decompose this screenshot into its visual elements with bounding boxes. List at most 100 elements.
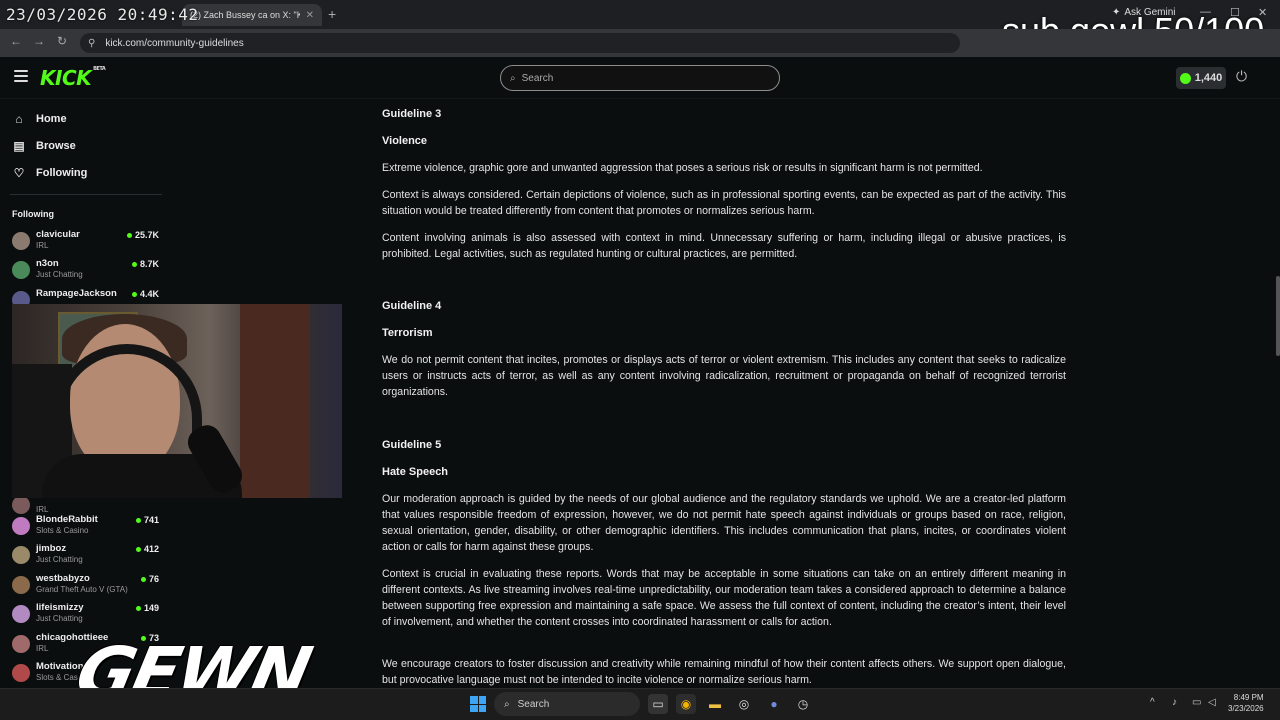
live-dot-icon (140, 576, 146, 582)
obs-icon[interactable]: ◎ (734, 694, 754, 714)
search-icon: ⌕ (510, 72, 516, 84)
close-icon[interactable]: ✕ (306, 10, 314, 21)
sidebar-divider (10, 194, 162, 195)
reload-icon[interactable]: ↻ (57, 34, 67, 48)
scrollbar[interactable] (1276, 276, 1280, 356)
taskbar-clock[interactable]: 8:49 PM 3/23/2026 (1228, 692, 1264, 714)
sidebar-item-following[interactable]: ♡ Following (12, 166, 88, 180)
channel-category: Just Chatting (36, 555, 83, 564)
channel-name: Motivation (36, 661, 84, 672)
guideline-paragraph: Extreme violence, graphic gore and unwan… (382, 162, 983, 174)
file-explorer-icon[interactable]: ▬ (705, 694, 725, 714)
logo-text: KICK (40, 66, 92, 90)
channel-category: IRL (36, 644, 49, 653)
channel-name: clavicular (36, 229, 80, 240)
search-input[interactable]: ⌕ Search (500, 65, 780, 91)
taskbar-search[interactable]: ⌕ Search (494, 692, 640, 716)
webcam-overlay (12, 304, 342, 498)
url-text: kick.com/community-guidelines (105, 37, 244, 49)
viewer-count-value: 76 (148, 574, 159, 584)
channel-category: IRL (36, 241, 49, 250)
kick-logo[interactable]: KICK BETA (40, 66, 106, 90)
sidebar-item-label: Home (36, 113, 67, 125)
guideline-subtitle: Hate Speech (382, 466, 449, 478)
avatar (12, 576, 30, 594)
new-tab-icon[interactable]: + (328, 6, 336, 22)
channel-name: westbabyzo (36, 573, 90, 584)
avatar (12, 496, 30, 514)
microphone-icon[interactable]: ♪ (1172, 697, 1177, 708)
search-placeholder: Search (521, 72, 554, 84)
guideline-paragraph: Context is crucial in evaluating these r… (382, 568, 1066, 628)
points-icon (1179, 72, 1191, 84)
tray-chevron-icon[interactable]: ^ (1150, 697, 1155, 708)
guideline-title: Guideline 4 (382, 300, 442, 312)
guideline-subtitle: Terrorism (382, 327, 433, 339)
avatar (12, 664, 30, 682)
viewer-count: 8.7K (131, 259, 159, 269)
sidebar-channel[interactable]: westbabyzo Grand Theft Auto V (GTA) 76 (12, 572, 162, 598)
clock-date: 3/23/2026 (1228, 704, 1264, 713)
url-field[interactable]: ⚲ kick.com/community-guidelines (80, 33, 960, 53)
beta-badge: BETA (93, 66, 106, 72)
sidebar-channel[interactable]: lifeismizzy Just Chatting 149 (12, 601, 162, 627)
viewer-count: 25.7K (126, 230, 159, 240)
volume-icon[interactable]: ◁ (1208, 697, 1216, 708)
points-badge[interactable]: 1,440 (1176, 67, 1226, 89)
task-view-icon[interactable]: ▭ (648, 694, 668, 714)
tab-title: (2) Zach Bussey ca on X: "Kick (190, 10, 300, 20)
sidebar-item-browse[interactable]: ▤ Browse (12, 139, 76, 153)
channel-name: jimboz (36, 543, 67, 554)
guideline-title: Guideline 5 (382, 439, 442, 451)
site-info-icon[interactable]: ⚲ (88, 38, 95, 49)
menu-icon[interactable] (14, 70, 28, 82)
channel-category: Grand Theft Auto V (GTA) (36, 585, 128, 594)
viewer-count: 412 (135, 544, 159, 554)
channel-category: Slots & Casino (36, 526, 89, 535)
viewer-count-value: 8.7K (139, 259, 159, 269)
channel-name: n3on (36, 258, 59, 269)
screen: (2) Zach Bussey ca on X: "Kick ✕ + 23/03… (0, 0, 1280, 720)
sidebar-item-label: Following (36, 167, 88, 179)
guideline-subtitle: Violence (382, 135, 428, 147)
user-menu-icon[interactable]: ⏻ (1236, 68, 1247, 85)
viewer-count-value: 741 (143, 515, 159, 525)
browse-icon: ▤ (13, 139, 25, 153)
sidebar-channel[interactable]: n3on Just Chatting 8.7K (12, 257, 162, 283)
avatar (12, 546, 30, 564)
taskbar (0, 688, 1280, 720)
discord-icon[interactable]: ● (764, 694, 784, 714)
sidebar-item-label: Browse (36, 140, 76, 152)
viewer-count: 76 (140, 574, 159, 584)
sidebar-channel[interactable]: jimboz Just Chatting 412 (12, 542, 162, 568)
browser-tab[interactable]: (2) Zach Bussey ca on X: "Kick ✕ (182, 4, 322, 26)
display-icon[interactable]: ▭ (1192, 697, 1201, 708)
live-dot-icon (126, 232, 132, 238)
avatar (12, 261, 30, 279)
channel-name: lifeismizzy (36, 602, 84, 613)
windows-start-icon[interactable] (470, 696, 486, 712)
live-dot-icon (135, 546, 141, 552)
search-icon: ⌕ (504, 698, 510, 710)
home-icon: ⌂ (15, 112, 23, 126)
sidebar-channel[interactable]: clavicular IRL 25.7K (12, 228, 162, 254)
back-icon[interactable]: ← (10, 34, 22, 48)
following-header: Following (12, 209, 54, 219)
taskbar-search-label: Search (517, 698, 550, 710)
clock-time: 8:49 PM (1233, 693, 1264, 702)
guideline-title: Guideline 3 (382, 108, 442, 120)
sidebar-channel[interactable]: BlondeRabbit Slots & Casino 741 (12, 513, 162, 539)
live-dot-icon (131, 261, 137, 267)
guideline-paragraph: Content involving animals is also assess… (382, 232, 1066, 260)
forward-icon[interactable]: → (33, 34, 45, 48)
chrome-icon[interactable]: ◉ (676, 694, 696, 714)
sidebar-item-home[interactable]: ⌂ Home (12, 112, 67, 126)
clock-app-icon[interactable]: ◷ (793, 694, 813, 714)
viewer-count-value: 25.7K (134, 230, 159, 240)
channel-name: BlondeRabbit (36, 514, 98, 525)
channel-category: Just Chatting (36, 614, 83, 623)
avatar (12, 635, 30, 653)
guideline-paragraph: Context is always considered. Certain de… (382, 189, 1066, 217)
avatar (12, 232, 30, 250)
points-value: 1,440 (1194, 72, 1223, 84)
